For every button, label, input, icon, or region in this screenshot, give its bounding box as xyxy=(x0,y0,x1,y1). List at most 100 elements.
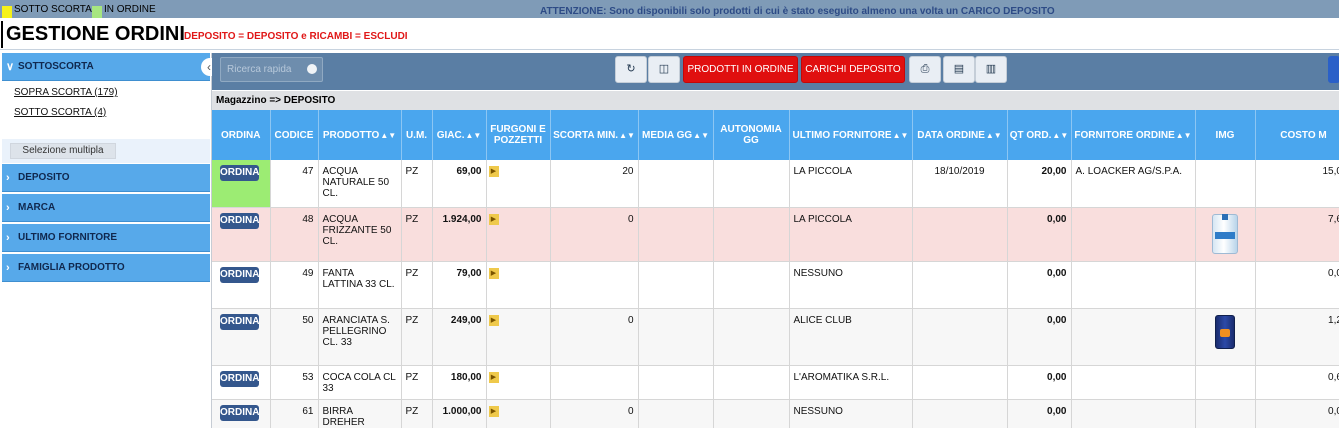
um-cell: PZ xyxy=(401,261,433,309)
link-sopra-scorta[interactable]: SOPRA SCORTA (179) xyxy=(14,87,118,99)
product-can-image[interactable] xyxy=(1215,314,1235,349)
carichi-deposito-button[interactable]: CARICHI DEPOSITO xyxy=(801,56,905,83)
excel-icon: ▤ xyxy=(953,63,965,75)
qt-ord-cell: 0,00 xyxy=(1007,399,1072,428)
col-codice[interactable]: CODICE xyxy=(270,110,319,160)
ordina-cell: ORDINA xyxy=(212,207,271,262)
prodotti-in-ordine-button[interactable]: PRODOTTI IN ORDINE xyxy=(683,56,798,83)
table-row: ORDINA 47 ACQUA NATURALE 50 CL. PZ 69,00… xyxy=(212,160,1339,208)
media-gg-cell xyxy=(638,207,714,262)
media-gg-cell xyxy=(638,160,714,208)
col-um[interactable]: U.M. xyxy=(401,110,433,160)
col-fornitore-ordine[interactable]: FORNITORE ORDINE▲▼ xyxy=(1071,110,1196,160)
costo-cell: 0,61 xyxy=(1255,365,1339,400)
expand-arrow-icon[interactable]: ▶ xyxy=(488,371,499,383)
col-autonomia-gg[interactable]: AUTONOMIA GG xyxy=(713,110,790,160)
col-data-ordine[interactable]: DATA ORDINE▲▼ xyxy=(912,110,1008,160)
col-qt-ord[interactable]: QT ORD.▲▼ xyxy=(1007,110,1072,160)
sidebar-section-label: SOTTOSCORTA xyxy=(18,61,94,72)
img-cell xyxy=(1195,160,1256,208)
sidebar-section-ultimo-fornitore[interactable]: › ULTIMO FORNITORE xyxy=(2,224,210,252)
ordina-cell: ORDINA xyxy=(212,160,271,208)
furgoni-cell: ▶ xyxy=(486,308,551,366)
edge-button[interactable] xyxy=(1328,56,1339,83)
ordina-button[interactable]: ORDINA xyxy=(220,165,259,181)
col-costo[interactable]: COSTO M xyxy=(1255,110,1339,160)
search-placeholder: Ricerca rapida xyxy=(227,64,292,75)
pdf-icon: ▥ xyxy=(985,63,997,75)
col-ultimo-fornitore[interactable]: ULTIMO FORNITORE▲▼ xyxy=(789,110,913,160)
um-cell: PZ xyxy=(401,207,433,262)
breadcrumb: Magazzino => DEPOSITO xyxy=(212,91,1339,110)
data-ordine-cell xyxy=(912,308,1008,366)
col-ordina[interactable]: ORDINA xyxy=(212,110,271,160)
fornitore-ordine-cell xyxy=(1071,365,1196,400)
codice-cell: 48 xyxy=(270,207,319,262)
title-marker xyxy=(1,21,3,48)
col-label: U.M. xyxy=(405,129,428,141)
page-subtitle: DEPOSITO = DEPOSITO e RICAMBI = ESCLUDI xyxy=(184,31,408,42)
col-giac[interactable]: GIAC.▲▼ xyxy=(432,110,487,160)
img-cell xyxy=(1195,308,1256,366)
data-ordine-cell xyxy=(912,261,1008,309)
autonomia-gg-cell xyxy=(713,399,790,428)
col-prodotto[interactable]: PRODOTTO▲▼ xyxy=(318,110,402,160)
codice-cell: 61 xyxy=(270,399,319,428)
fornitore-ordine-cell xyxy=(1071,308,1196,366)
sidebar-section-deposito[interactable]: › DEPOSITO xyxy=(2,164,210,192)
product-bottle-image[interactable] xyxy=(1212,213,1238,254)
expand-arrow-icon[interactable]: ▶ xyxy=(488,405,499,417)
prodotto-cell: ACQUA FRIZZANTE 50 CL. xyxy=(318,207,402,262)
col-furgoni[interactable]: FURGONI E POZZETTI xyxy=(486,110,551,160)
legend-sotto-scorta: SOTTO SCORTA xyxy=(14,4,92,15)
col-img[interactable]: IMG xyxy=(1195,110,1256,160)
ordina-button[interactable]: ORDINA xyxy=(220,212,259,229)
codice-cell: 50 xyxy=(270,308,319,366)
sort-icon: ▲▼ xyxy=(619,130,635,140)
legend-in-ordine: IN ORDINE xyxy=(104,4,156,15)
col-label: CODICE xyxy=(274,129,314,141)
sort-icon: ▲▼ xyxy=(985,130,1002,140)
autonomia-gg-cell xyxy=(713,261,790,309)
expand-arrow-icon[interactable]: ▶ xyxy=(488,213,499,225)
sidebar-section-marca[interactable]: › MARCA xyxy=(2,194,210,222)
scorta-min-cell: 20 xyxy=(550,160,639,208)
ordina-button[interactable]: ORDINA xyxy=(220,313,259,330)
ordina-button[interactable]: ORDINA xyxy=(220,370,259,387)
sidebar-section-sottoscorta[interactable]: ∨ SOTTOSCORTA xyxy=(2,53,210,81)
print-button[interactable]: ⎙ xyxy=(909,56,941,83)
prodotto-cell: ACQUA NATURALE 50 CL. xyxy=(318,160,402,208)
ordina-button[interactable]: ORDINA xyxy=(220,266,259,283)
sort-icon: ▲▼ xyxy=(892,130,909,140)
link-sotto-scorta[interactable]: SOTTO SCORTA (4) xyxy=(14,107,106,119)
multi-select-button[interactable]: Selezione multipla xyxy=(10,143,116,159)
expand-arrow-icon[interactable]: ▶ xyxy=(488,267,499,279)
columns-icon: ◫ xyxy=(658,63,670,75)
excel-button[interactable]: ▤ xyxy=(943,56,975,83)
scorta-min-cell xyxy=(550,261,639,309)
search-icon[interactable] xyxy=(307,64,317,74)
refresh-icon: ↻ xyxy=(626,63,636,75)
img-cell xyxy=(1195,365,1256,400)
expand-arrow-icon[interactable]: ▶ xyxy=(488,314,499,326)
sidebar-section-famiglia-prodotto[interactable]: › FAMIGLIA PRODOTTO xyxy=(2,254,210,282)
autonomia-gg-cell xyxy=(713,365,790,400)
col-label: AUTONOMIA GG xyxy=(720,124,782,146)
scorta-min-cell: 0 xyxy=(550,308,639,366)
col-label: ULTIMO FORNITORE xyxy=(792,129,892,141)
col-scorta-min[interactable]: SCORTA MIN.▲▼ xyxy=(550,110,639,160)
furgoni-cell: ▶ xyxy=(486,207,551,262)
refresh-button[interactable]: ↻ xyxy=(615,56,647,83)
pdf-button[interactable]: ▥ xyxy=(975,56,1007,83)
sidebar-section-label: DEPOSITO xyxy=(18,172,70,183)
col-label: ORDINA xyxy=(221,129,261,141)
giac-cell: 69,00 xyxy=(432,160,487,208)
ordina-button[interactable]: ORDINA xyxy=(220,404,259,421)
search-input[interactable]: Ricerca rapida xyxy=(220,57,323,82)
prodotto-cell: COCA COLA CL 33 xyxy=(318,365,402,400)
columns-button[interactable]: ◫ xyxy=(648,56,680,83)
expand-arrow-icon[interactable]: ▶ xyxy=(488,166,499,177)
ordina-cell: ORDINA xyxy=(212,365,271,400)
table-row: ORDINA 50 ARANCIATA S. PELLEGRINO CL. 33… xyxy=(212,308,1339,366)
col-media-gg[interactable]: MEDIA GG▲▼ xyxy=(638,110,714,160)
